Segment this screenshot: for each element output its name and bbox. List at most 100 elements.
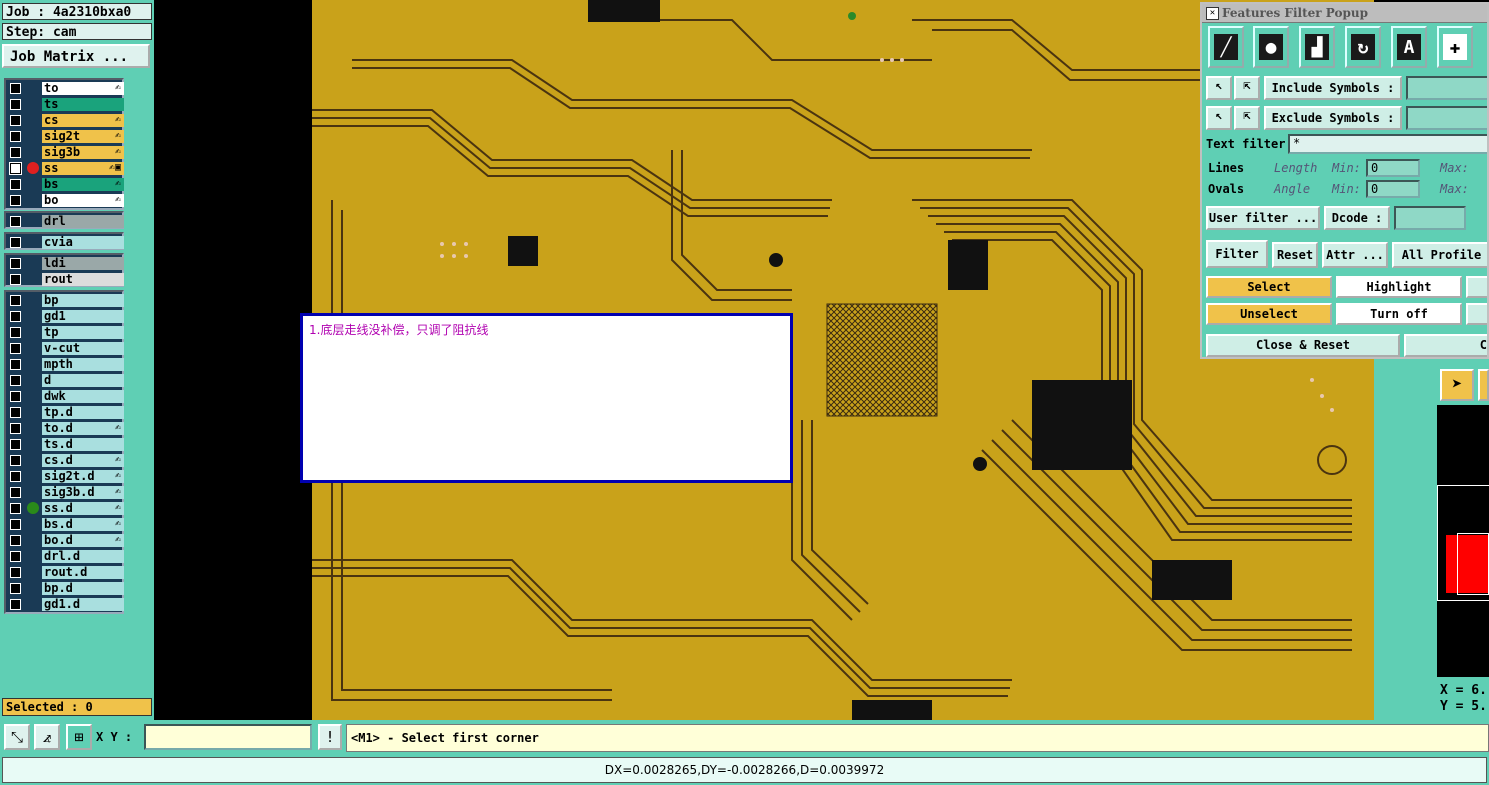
layer-row-ss[interactable]: ss ✍▣ xyxy=(6,161,124,176)
highlight-button[interactable]: Highlight xyxy=(1336,276,1462,298)
layer-name[interactable]: cs xyxy=(42,114,124,127)
layer-checkbox[interactable] xyxy=(10,195,21,206)
layer-name[interactable]: sig2t.d xyxy=(42,470,124,483)
layer-checkbox[interactable] xyxy=(10,535,21,546)
layer-row-dwk[interactable]: dwk xyxy=(6,389,124,404)
layer-row-gd1[interactable]: gd1 xyxy=(6,309,124,324)
layer-name[interactable]: cvia xyxy=(42,236,124,249)
layer-name[interactable]: v-cut xyxy=(42,342,124,355)
layer-row-bo.d[interactable]: bo.d ✍ xyxy=(6,533,124,548)
layer-checkbox[interactable] xyxy=(10,147,21,158)
select-button[interactable]: Select xyxy=(1206,276,1332,298)
exclude-pick-button[interactable]: ↖ xyxy=(1206,106,1232,130)
layer-name[interactable]: rout.d xyxy=(42,566,124,579)
unselect-button[interactable]: Unselect xyxy=(1206,303,1332,325)
layer-checkbox[interactable] xyxy=(10,519,21,530)
layer-row-ts[interactable]: ts xyxy=(6,97,124,112)
layer-name[interactable]: drl xyxy=(42,215,124,228)
arc-type-button[interactable]: ↻ xyxy=(1345,26,1381,68)
reset-button[interactable]: Reset xyxy=(1272,242,1318,268)
layer-checkbox[interactable] xyxy=(10,258,21,269)
extra-button-1[interactable] xyxy=(1466,276,1487,298)
layer-checkbox[interactable] xyxy=(10,487,21,498)
layer-row-sig3b[interactable]: sig3b ✍ xyxy=(6,145,124,160)
layer-row-ldi[interactable]: ldi xyxy=(6,256,124,271)
measure-button[interactable]: ⦨ xyxy=(34,724,60,750)
layer-name[interactable]: dwk xyxy=(42,390,124,403)
layer-row-cs.d[interactable]: cs.d ✍ xyxy=(6,453,124,468)
layer-row-bp[interactable]: bp xyxy=(6,293,124,308)
exclude-symbols-field[interactable] xyxy=(1406,106,1487,130)
layer-name[interactable]: ts xyxy=(42,98,124,111)
layer-checkbox[interactable] xyxy=(10,583,21,594)
layer-checkbox[interactable] xyxy=(10,99,21,110)
close-reset-button[interactable]: Close & Reset xyxy=(1206,334,1400,357)
layer-row-d[interactable]: d xyxy=(6,373,124,388)
layer-name[interactable]: sig3b.d xyxy=(42,486,124,499)
angle-checkbox[interactable]: Angle xyxy=(1274,182,1310,196)
layer-checkbox[interactable] xyxy=(10,327,21,338)
layer-name[interactable]: tp xyxy=(42,326,124,339)
extra-button-2[interactable] xyxy=(1466,303,1487,325)
layer-checkbox[interactable] xyxy=(10,407,21,418)
layer-name[interactable]: tp.d xyxy=(42,406,124,419)
layer-row-drl[interactable]: drl xyxy=(6,214,124,229)
ovals-checkbox[interactable]: Ovals xyxy=(1208,182,1244,196)
zoom-window-button[interactable]: ⤡ xyxy=(4,724,30,750)
layer-checkbox[interactable] xyxy=(10,391,21,402)
close-icon[interactable]: ✕ xyxy=(1206,7,1219,20)
layer-checkbox[interactable] xyxy=(10,423,21,434)
turn-off-button[interactable]: Turn off xyxy=(1336,303,1462,325)
layer-row-gd1.d[interactable]: gd1.d xyxy=(6,597,124,612)
layer-name[interactable]: bp xyxy=(42,294,124,307)
layer-row-to[interactable]: to ✍ xyxy=(6,81,124,96)
layer-name[interactable]: bs.d xyxy=(42,518,124,531)
exclude-symbols-button[interactable]: Exclude Symbols : xyxy=(1264,106,1402,130)
filter-toggle[interactable]: Filter xyxy=(1206,240,1268,268)
layer-name[interactable]: bp.d xyxy=(42,582,124,595)
layer-checkbox[interactable] xyxy=(10,131,21,142)
dcode-button[interactable]: Dcode : xyxy=(1324,206,1390,230)
close-button[interactable]: C xyxy=(1404,334,1487,357)
layer-checkbox[interactable] xyxy=(10,439,21,450)
angle-min-field[interactable]: 0 xyxy=(1366,180,1420,198)
layer-name[interactable]: sig3b xyxy=(42,146,124,159)
layer-row-to.d[interactable]: to.d ✍ xyxy=(6,421,124,436)
layer-checkbox[interactable] xyxy=(10,179,21,190)
layer-checkbox[interactable] xyxy=(10,455,21,466)
layer-checkbox[interactable] xyxy=(10,359,21,370)
include-symbols-button[interactable]: Include Symbols : xyxy=(1264,76,1402,100)
layer-row-v-cut[interactable]: v-cut xyxy=(6,341,124,356)
layer-name[interactable]: gd1.d xyxy=(42,598,124,611)
layer-row-bs.d[interactable]: bs.d ✍ xyxy=(6,517,124,532)
layer-checkbox[interactable] xyxy=(10,237,21,248)
layer-row-tp.d[interactable]: tp.d xyxy=(6,405,124,420)
layer-row-sig2t[interactable]: sig2t ✍ xyxy=(6,129,124,144)
layer-checkbox[interactable] xyxy=(9,162,22,175)
layer-row-cvia[interactable]: cvia xyxy=(6,235,124,250)
job-matrix-button[interactable]: Job Matrix ... xyxy=(2,44,150,68)
layer-row-rout[interactable]: rout xyxy=(6,272,124,287)
layer-name[interactable]: ldi xyxy=(42,257,124,270)
layer-name[interactable]: to xyxy=(42,82,124,95)
layer-name[interactable]: d xyxy=(42,374,124,387)
layer-checkbox[interactable] xyxy=(10,295,21,306)
note-popup[interactable]: 1.底层走线没补偿，只调了阻抗线 xyxy=(300,313,793,483)
layer-checkbox[interactable] xyxy=(10,343,21,354)
xy-input[interactable] xyxy=(144,724,312,750)
layer-checkbox[interactable] xyxy=(10,311,21,322)
layer-row-bo[interactable]: bo ✍ xyxy=(6,193,124,208)
layer-checkbox[interactable] xyxy=(10,216,21,227)
tool-button-2[interactable] xyxy=(1478,369,1489,401)
layer-row-tp[interactable]: tp xyxy=(6,325,124,340)
add-type-button[interactable]: ✚ xyxy=(1437,26,1473,68)
layer-checkbox[interactable] xyxy=(10,83,21,94)
pad-type-button[interactable]: ● xyxy=(1253,26,1289,68)
layer-checkbox[interactable] xyxy=(10,503,21,514)
attr-button[interactable]: Attr ... xyxy=(1322,242,1388,268)
layer-checkbox[interactable] xyxy=(10,599,21,610)
pointer-tool-button[interactable]: ➤ xyxy=(1440,369,1474,401)
alert-button[interactable]: ! xyxy=(318,724,342,750)
lines-checkbox[interactable]: Lines xyxy=(1208,161,1244,175)
length-min-field[interactable]: 0 xyxy=(1366,159,1420,177)
